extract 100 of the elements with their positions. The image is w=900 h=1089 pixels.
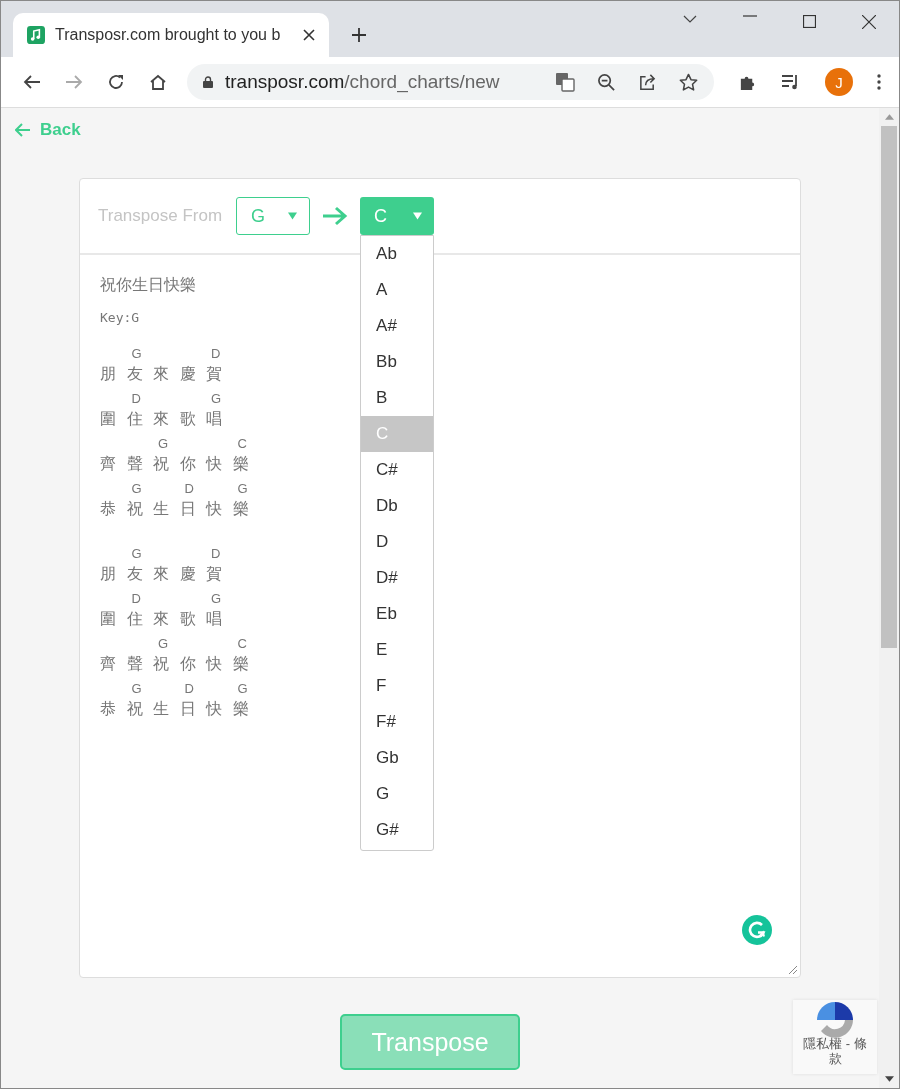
chord-label: G bbox=[237, 681, 248, 696]
close-icon[interactable] bbox=[303, 29, 315, 41]
key-option[interactable]: C# bbox=[361, 452, 434, 488]
lyric-character: 祝 bbox=[126, 699, 143, 719]
arrow-left-icon bbox=[15, 123, 31, 137]
lyric-character: 樂 bbox=[232, 499, 249, 519]
home-icon[interactable] bbox=[149, 73, 167, 91]
key-option[interactable]: F bbox=[361, 668, 434, 704]
lyric-character: 友 bbox=[126, 564, 143, 584]
address-bar[interactable]: transposr.com/chord_charts/new bbox=[187, 64, 714, 100]
lyric-character: 唱 bbox=[206, 409, 222, 429]
lyric-character: 你 bbox=[179, 454, 196, 474]
chord-label: G bbox=[131, 681, 142, 696]
lyric-character: 唱 bbox=[206, 609, 222, 629]
lyric-character: 生 bbox=[153, 699, 169, 719]
lyric-character: 歌 bbox=[179, 609, 196, 629]
key-option[interactable]: F# bbox=[361, 704, 434, 740]
chord-label: G bbox=[158, 636, 169, 651]
recaptcha-badge[interactable]: 隱私權 - 條款 bbox=[793, 1000, 877, 1074]
key-option[interactable]: G bbox=[361, 776, 434, 812]
chord-label: D bbox=[184, 481, 194, 496]
chord-label: G bbox=[131, 546, 142, 561]
lyric-character: 你 bbox=[179, 654, 196, 674]
lyric-character: 恭 bbox=[100, 699, 116, 719]
lyric-character: 快 bbox=[206, 654, 222, 674]
chord-label: G bbox=[158, 436, 169, 451]
chord-label: C bbox=[237, 436, 247, 451]
chord-label: G bbox=[131, 481, 142, 496]
lyric-character: 日 bbox=[179, 499, 196, 519]
chord-label: D bbox=[184, 681, 194, 696]
lyric-character: 來 bbox=[153, 364, 169, 384]
share-icon[interactable] bbox=[638, 72, 657, 92]
new-tab-icon[interactable] bbox=[351, 27, 367, 43]
key-option[interactable]: D bbox=[361, 524, 434, 560]
menu-icon[interactable] bbox=[877, 74, 881, 90]
translate-icon[interactable] bbox=[555, 72, 575, 92]
browser-tab[interactable]: Transposr.com brought to you b bbox=[13, 13, 329, 57]
lyric-character: 慶 bbox=[179, 364, 196, 384]
lyric-character: 住 bbox=[126, 609, 143, 629]
key-option[interactable]: Eb bbox=[361, 596, 434, 632]
star-icon[interactable] bbox=[679, 72, 698, 92]
transpose-label: Transpose From bbox=[98, 206, 223, 226]
key-line: Key:G bbox=[100, 310, 140, 325]
chord-label: C bbox=[237, 636, 247, 651]
song-title: 祝你生日快樂 bbox=[100, 275, 196, 295]
key-option[interactable]: Db bbox=[361, 488, 434, 524]
reload-icon[interactable] bbox=[107, 73, 125, 91]
key-option[interactable]: B bbox=[361, 380, 434, 416]
lyric-character: 日 bbox=[179, 699, 196, 719]
resize-grip-icon[interactable] bbox=[788, 965, 798, 975]
lyric-character: 樂 bbox=[232, 699, 249, 719]
lock-icon bbox=[203, 76, 213, 88]
chord-label: D bbox=[211, 346, 221, 361]
chevron-down-icon[interactable] bbox=[683, 15, 697, 23]
key-option[interactable]: Ab bbox=[361, 236, 434, 272]
key-option[interactable]: A# bbox=[361, 308, 434, 344]
scrollbar-thumb[interactable] bbox=[881, 126, 897, 648]
lyric-character: 聲 bbox=[126, 454, 143, 474]
chord-label: D bbox=[131, 391, 141, 406]
lyric-character: 友 bbox=[126, 364, 143, 384]
key-option[interactable]: G# bbox=[361, 812, 434, 848]
lyric-character: 樂 bbox=[232, 454, 249, 474]
tab-title: Transposr.com brought to you b bbox=[55, 26, 282, 44]
lyric-character: 齊 bbox=[100, 454, 116, 474]
close-icon[interactable] bbox=[862, 15, 876, 29]
lyric-character: 齊 bbox=[100, 654, 116, 674]
lyric-character: 樂 bbox=[232, 654, 249, 674]
chord-label: D bbox=[131, 591, 141, 606]
lyric-character: 圍 bbox=[100, 409, 116, 429]
lyric-character: 恭 bbox=[100, 499, 116, 519]
lyric-character: 快 bbox=[206, 499, 222, 519]
chord-label: G bbox=[237, 481, 248, 496]
back-arrow-icon[interactable] bbox=[23, 74, 41, 90]
caret-icon bbox=[413, 212, 423, 220]
chord-label: G bbox=[131, 346, 142, 361]
lyric-character: 歌 bbox=[179, 409, 196, 429]
maximize-icon[interactable] bbox=[803, 15, 816, 28]
lyric-character: 圍 bbox=[100, 609, 116, 629]
key-option[interactable]: Bb bbox=[361, 344, 434, 380]
music-note-icon bbox=[27, 26, 45, 44]
lyric-character: 聲 bbox=[126, 654, 143, 674]
chord-label: G bbox=[211, 591, 222, 606]
zoom-out-icon[interactable] bbox=[597, 72, 616, 92]
privacy-terms-link[interactable]: 隱私權 - 條款 bbox=[799, 1036, 871, 1066]
lyric-character: 賀 bbox=[206, 364, 222, 384]
key-option[interactable]: D# bbox=[361, 560, 434, 596]
arrow-right-icon bbox=[322, 206, 349, 226]
lyric-character: 祝 bbox=[153, 654, 169, 674]
lyric-character: 朋 bbox=[100, 564, 116, 584]
lyric-character: 來 bbox=[153, 609, 169, 629]
lyric-character: 快 bbox=[206, 454, 222, 474]
scroll-down-icon[interactable] bbox=[884, 1076, 894, 1082]
lyric-character: 祝 bbox=[126, 499, 143, 519]
key-option[interactable]: E bbox=[361, 632, 434, 668]
lyric-character: 來 bbox=[153, 409, 169, 429]
lyric-character: 賀 bbox=[206, 564, 222, 584]
caret-icon bbox=[288, 212, 298, 220]
key-option[interactable]: Gb bbox=[361, 740, 434, 776]
url-text: transposr.com/chord_charts/new bbox=[225, 71, 501, 93]
key-option[interactable]: A bbox=[361, 272, 434, 308]
